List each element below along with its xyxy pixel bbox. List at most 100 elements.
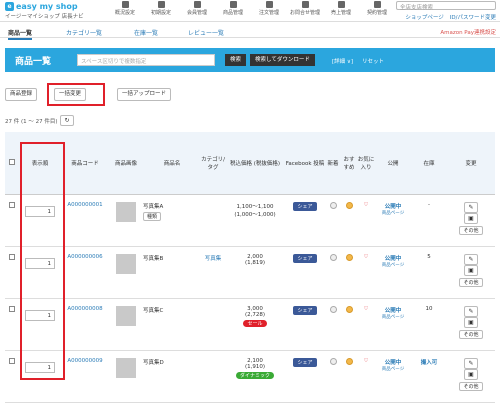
highlight-box	[20, 142, 65, 380]
product-register-button[interactable]: 商品登録	[5, 88, 38, 101]
product-search-input[interactable]: スペース区切りで複数指定	[77, 54, 215, 66]
product-page-link[interactable]: 商品ページ	[375, 262, 411, 268]
recommend-toggle[interactable]	[345, 305, 353, 313]
edit-icon[interactable]: ✎	[464, 305, 478, 317]
product-thumbnail[interactable]	[116, 201, 136, 222]
dynamic-badge: ダイナミック	[236, 371, 274, 379]
column-name[interactable]: 商品名	[143, 132, 201, 195]
price-ex-tax: (1,000～1,000)	[234, 211, 276, 218]
heart-icon[interactable]: ♡	[364, 306, 369, 312]
recommend-toggle[interactable]	[345, 357, 353, 365]
topnav-item[interactable]: 注文管理	[251, 1, 287, 16]
row-checkbox[interactable]	[9, 253, 15, 260]
top-search-input[interactable]: 全店支店検索	[396, 1, 496, 11]
column-stock[interactable]: 在庫	[411, 132, 447, 195]
column-recommend[interactable]: おすすめ	[341, 132, 357, 195]
product-page-link[interactable]: 商品ページ	[375, 210, 411, 216]
other-dropdown[interactable]: その他	[459, 329, 483, 339]
tab-review-list[interactable]: レビュー一覧	[188, 28, 224, 37]
topnav-item[interactable]: 売上管理	[323, 1, 359, 16]
logo-subtitle: イージーマイショップ 店長ナビ	[5, 14, 84, 20]
product-code-link[interactable]: A000000009	[67, 358, 102, 364]
heart-icon[interactable]: ♡	[364, 358, 369, 364]
column-favorite[interactable]: お気に入り	[357, 132, 375, 195]
tab-product-list[interactable]: 商品一覧	[8, 28, 33, 40]
facebook-share-button[interactable]: シェア	[293, 253, 317, 263]
category-link[interactable]: 写真集	[205, 256, 222, 262]
reset-link[interactable]: リセット	[362, 57, 384, 65]
image-icon[interactable]: ▣	[464, 368, 478, 380]
column-new[interactable]: 新着	[325, 132, 341, 195]
column-price[interactable]: 税込価格 (税抜価格)	[225, 132, 285, 195]
tab-stock-list[interactable]: 在庫一覧	[134, 28, 158, 37]
topnav-item[interactable]: 初期設定	[143, 1, 179, 16]
product-page-link[interactable]: 商品ページ	[375, 314, 411, 320]
amazon-pay-link[interactable]: Amazon Pay連携設定	[440, 28, 496, 36]
list-icon	[265, 1, 273, 8]
edit-icon[interactable]: ✎	[464, 357, 478, 369]
edit-icon[interactable]: ✎	[464, 201, 478, 213]
heart-icon[interactable]: ♡	[364, 202, 369, 208]
image-icon[interactable]: ▣	[464, 264, 478, 276]
detail-toggle[interactable]: [詳細 ∨]	[332, 57, 353, 65]
facebook-share-button[interactable]: シェア	[293, 305, 317, 315]
topnav-item[interactable]: 商品管理	[215, 1, 251, 16]
row-checkbox[interactable]	[9, 305, 15, 312]
type-button[interactable]: 種類	[143, 211, 162, 221]
logo[interactable]: e easy my shop	[5, 2, 78, 11]
table-header: 表示順 商品コード 商品画像 商品名 カテゴリ/タグ 税込価格 (税抜価格) F…	[5, 132, 495, 195]
stock-value: -	[428, 201, 430, 208]
product-code-link[interactable]: A000000001	[67, 202, 102, 208]
product-code-link[interactable]: A000000006	[67, 254, 102, 260]
select-all-checkbox[interactable]	[5, 132, 19, 195]
tab-category-list[interactable]: カテゴリ一覧	[66, 28, 102, 37]
topnav-item[interactable]: お問合せ管理	[287, 1, 323, 16]
new-toggle[interactable]	[329, 357, 337, 365]
topnav-item[interactable]: 契約管理	[359, 1, 395, 16]
topnav-item[interactable]: 概況設定	[107, 1, 143, 16]
public-status[interactable]: 公開中	[375, 358, 411, 366]
price: 1,100～1,100	[236, 203, 274, 210]
recommend-toggle[interactable]	[345, 201, 353, 209]
bulk-upload-button[interactable]: 一括アップロード	[117, 88, 172, 101]
facebook-share-button[interactable]: シェア	[293, 357, 317, 367]
other-dropdown[interactable]: その他	[459, 381, 483, 391]
product-name: 写真集D	[143, 359, 164, 366]
other-dropdown[interactable]: その他	[459, 277, 483, 287]
user-icon	[193, 1, 201, 8]
row-checkbox[interactable]	[9, 357, 15, 364]
topnav-item[interactable]: 会員管理	[179, 1, 215, 16]
product-page-link[interactable]: 商品ページ	[375, 366, 411, 372]
public-status[interactable]: 公開中	[375, 254, 411, 262]
product-thumbnail[interactable]	[116, 253, 136, 274]
new-toggle[interactable]	[329, 305, 337, 313]
top-bar: e easy my shop イージーマイショップ 店長ナビ 概況設定 初期設定…	[0, 0, 500, 22]
product-thumbnail[interactable]	[116, 357, 136, 378]
product-code-link[interactable]: A000000008	[67, 306, 102, 312]
password-change-link[interactable]: ID/パスワード変更	[450, 13, 496, 21]
edit-icon[interactable]: ✎	[464, 253, 478, 265]
search-download-button[interactable]: 検索してダウンロード	[250, 54, 315, 66]
shop-page-link[interactable]: ショップページ	[405, 13, 443, 21]
other-dropdown[interactable]: その他	[459, 225, 483, 235]
heart-icon[interactable]: ♡	[364, 254, 369, 260]
image-icon[interactable]: ▣	[464, 212, 478, 224]
recommend-toggle[interactable]	[345, 253, 353, 261]
table-row: 1 A000000008 写真集C 3,000 (2,728) セール シェア ♡ …	[5, 298, 495, 351]
public-status[interactable]: 公開中	[375, 202, 411, 210]
search-button[interactable]: 検索	[225, 54, 247, 66]
price-ex-tax: (1,910)	[244, 363, 266, 370]
new-toggle[interactable]	[329, 201, 337, 209]
product-name: 写真集B	[143, 255, 164, 262]
row-checkbox[interactable]	[9, 201, 15, 208]
product-thumbnail[interactable]	[116, 305, 136, 326]
column-public[interactable]: 公開	[375, 132, 411, 195]
public-status[interactable]: 公開中	[375, 306, 411, 314]
facebook-share-button[interactable]: シェア	[293, 201, 317, 211]
new-toggle[interactable]	[329, 253, 337, 261]
image-icon[interactable]: ▣	[464, 316, 478, 328]
refresh-button[interactable]: ↻	[60, 115, 74, 126]
column-code[interactable]: 商品コード	[61, 132, 109, 195]
result-count: 27 件 (1 ～ 27 件目)	[5, 119, 58, 125]
logo-text: easy my shop	[16, 2, 78, 11]
